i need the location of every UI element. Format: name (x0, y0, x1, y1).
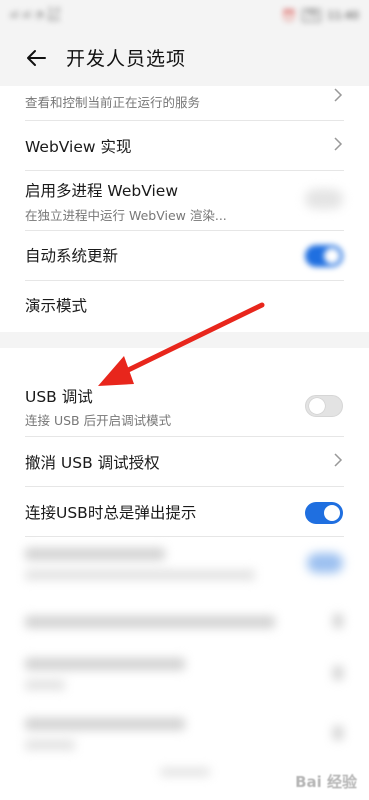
watermark: Bai 经验 (295, 773, 357, 791)
annotation-arrow-icon (98, 302, 265, 386)
